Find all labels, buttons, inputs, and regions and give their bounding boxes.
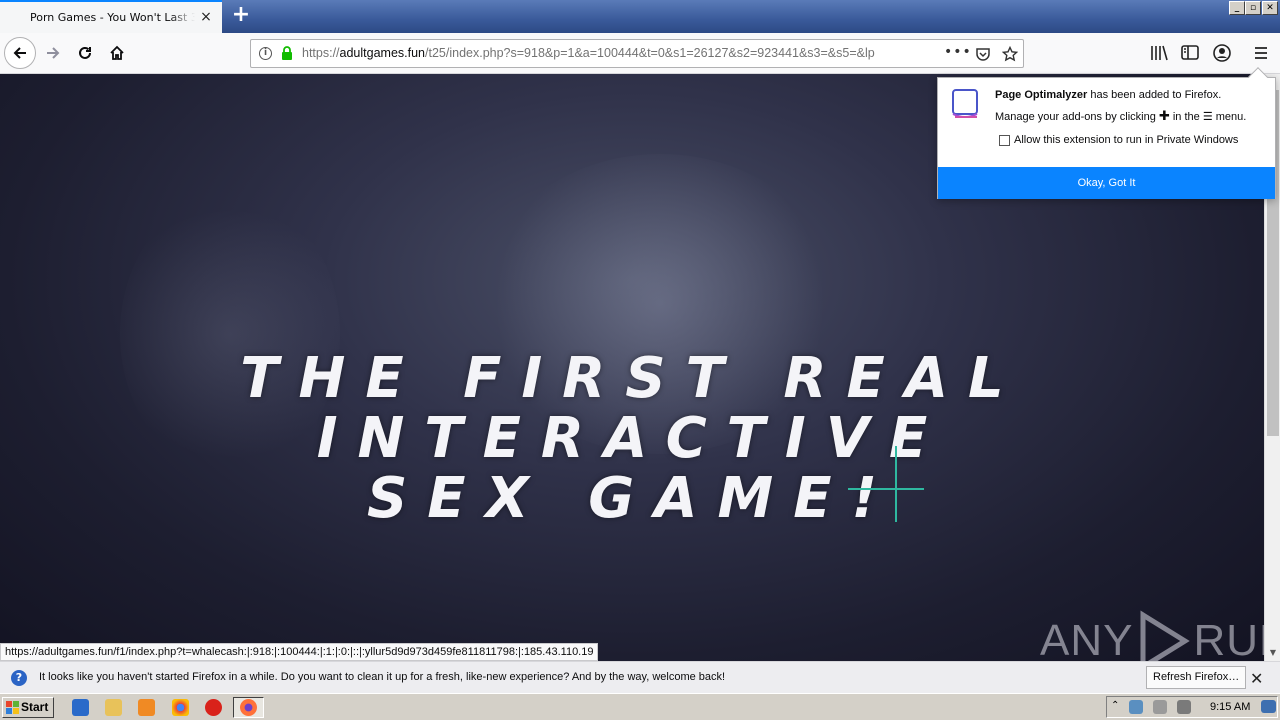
sidebar-icon[interactable]	[1179, 42, 1201, 64]
url-prefix: https://	[302, 46, 340, 60]
back-button[interactable]	[4, 37, 36, 69]
refresh-firefox-button[interactable]: Refresh Firefox…	[1146, 666, 1247, 689]
scroll-down-button[interactable]: ▼	[1265, 645, 1280, 661]
headline-line-1: THE FIRST REAL	[240, 346, 1024, 411]
headline-line-2: INTERACTIVE	[316, 406, 948, 471]
taskbar: Start ⌃ 9:15 AM	[0, 693, 1280, 720]
clock: 9:15 AM	[1210, 701, 1251, 713]
notification-close-icon[interactable]: ✕	[1250, 669, 1263, 688]
private-windows-checkbox-label[interactable]: Allow this extension to run in Private W…	[1014, 134, 1238, 146]
url-bar[interactable]: i https://adultgames.fun/t25/index.php?s…	[250, 39, 1024, 68]
extension-book-icon	[952, 89, 978, 118]
library-icon[interactable]	[1148, 42, 1170, 64]
forward-button[interactable]	[38, 38, 68, 68]
tab-close-button[interactable]: ×	[200, 10, 212, 24]
popup-title: Page Optimalyzer has been added to Firef…	[995, 89, 1221, 101]
headline-line-3: SEX GAME!	[366, 466, 898, 531]
volume-icon[interactable]	[1153, 700, 1167, 714]
hamburger-menu-icon[interactable]	[1250, 42, 1272, 64]
info-icon[interactable]: i	[259, 47, 272, 60]
watermark-text-left: ANY	[1040, 616, 1134, 665]
opera-icon[interactable]	[205, 699, 222, 716]
help-icon: ?	[11, 670, 27, 686]
nav-toolbar: i https://adultgames.fun/t25/index.php?s…	[0, 33, 1280, 74]
forward-arrow-icon	[47, 47, 60, 59]
url-text[interactable]: https://adultgames.fun/t25/index.php?s=9…	[302, 46, 942, 60]
added-text: has been added to Firefox.	[1087, 89, 1222, 101]
addon-name: Page Optimalyzer	[995, 89, 1088, 101]
windows-logo-icon	[6, 701, 19, 714]
page-actions-button[interactable]: •••	[944, 44, 972, 60]
action-center-flag-icon[interactable]	[1177, 700, 1191, 714]
puzzle-piece-icon: ✚	[1158, 108, 1170, 123]
firefox-icon	[240, 699, 257, 716]
back-arrow-icon	[13, 47, 26, 59]
status-url: https://adultgames.fun/f1/index.php?t=wh…	[0, 643, 599, 661]
system-tray: ⌃	[1106, 696, 1278, 718]
ie-icon[interactable]	[72, 699, 89, 716]
tray-expand-icon[interactable]: ⌃	[1111, 700, 1119, 711]
home-icon	[110, 45, 124, 60]
pocket-icon[interactable]	[975, 46, 991, 62]
manage-text-b: in the	[1169, 111, 1203, 123]
manage-text-c: menu.	[1212, 111, 1247, 123]
tab-active[interactable]: Porn Games - You Won't Last 3 Min ×	[0, 0, 222, 33]
show-desktop-icon[interactable]	[1261, 700, 1276, 713]
media-player-icon[interactable]	[138, 699, 155, 716]
start-button[interactable]: Start	[2, 697, 54, 718]
explorer-icon[interactable]	[105, 699, 122, 716]
tab-strip: Porn Games - You Won't Last 3 Min × + _ …	[0, 0, 1280, 33]
chrome-icon[interactable]	[172, 699, 189, 716]
restore-button[interactable]: ▫	[1245, 1, 1261, 15]
reload-button[interactable]	[70, 38, 100, 68]
headline: THE FIRST REAL INTERACTIVE SEX GAME!	[0, 349, 1264, 529]
manage-text-a: Manage your add-ons by clicking	[995, 111, 1159, 123]
tab-title: Porn Games - You Won't Last 3 Min	[30, 11, 195, 24]
url-host: adultgames.fun	[339, 46, 426, 60]
minimize-button[interactable]: _	[1229, 1, 1245, 15]
extension-added-popup: Page Optimalyzer has been added to Firef…	[937, 67, 1276, 199]
new-tab-button[interactable]: +	[230, 4, 252, 27]
account-icon[interactable]	[1211, 42, 1233, 64]
taskbar-firefox-button[interactable]	[233, 697, 264, 718]
url-path: /t25/index.php?s=918&p=1&a=100444&t=0&s1…	[425, 46, 875, 60]
menu-glyph-icon: ☰	[1202, 111, 1213, 123]
cursor-crosshair-horizontal	[848, 488, 924, 490]
notification-text: It looks like you haven't started Firefo…	[39, 671, 726, 683]
private-windows-checkbox[interactable]	[999, 135, 1010, 146]
network-icon[interactable]	[1129, 700, 1143, 714]
cursor-crosshair-vertical	[895, 446, 897, 522]
bookmark-star-icon[interactable]	[1002, 46, 1018, 62]
popup-manage-text: Manage your add-ons by clicking ✚ in the…	[995, 108, 1246, 124]
reload-icon	[79, 46, 91, 59]
home-button[interactable]	[102, 38, 132, 68]
start-label: Start	[21, 700, 49, 714]
window-close-button[interactable]: ✕	[1262, 1, 1278, 15]
lock-icon[interactable]	[281, 46, 293, 61]
okay-got-it-button[interactable]: Okay, Got It	[938, 167, 1275, 199]
notification-bar: ? It looks like you haven't started Fire…	[0, 661, 1280, 693]
